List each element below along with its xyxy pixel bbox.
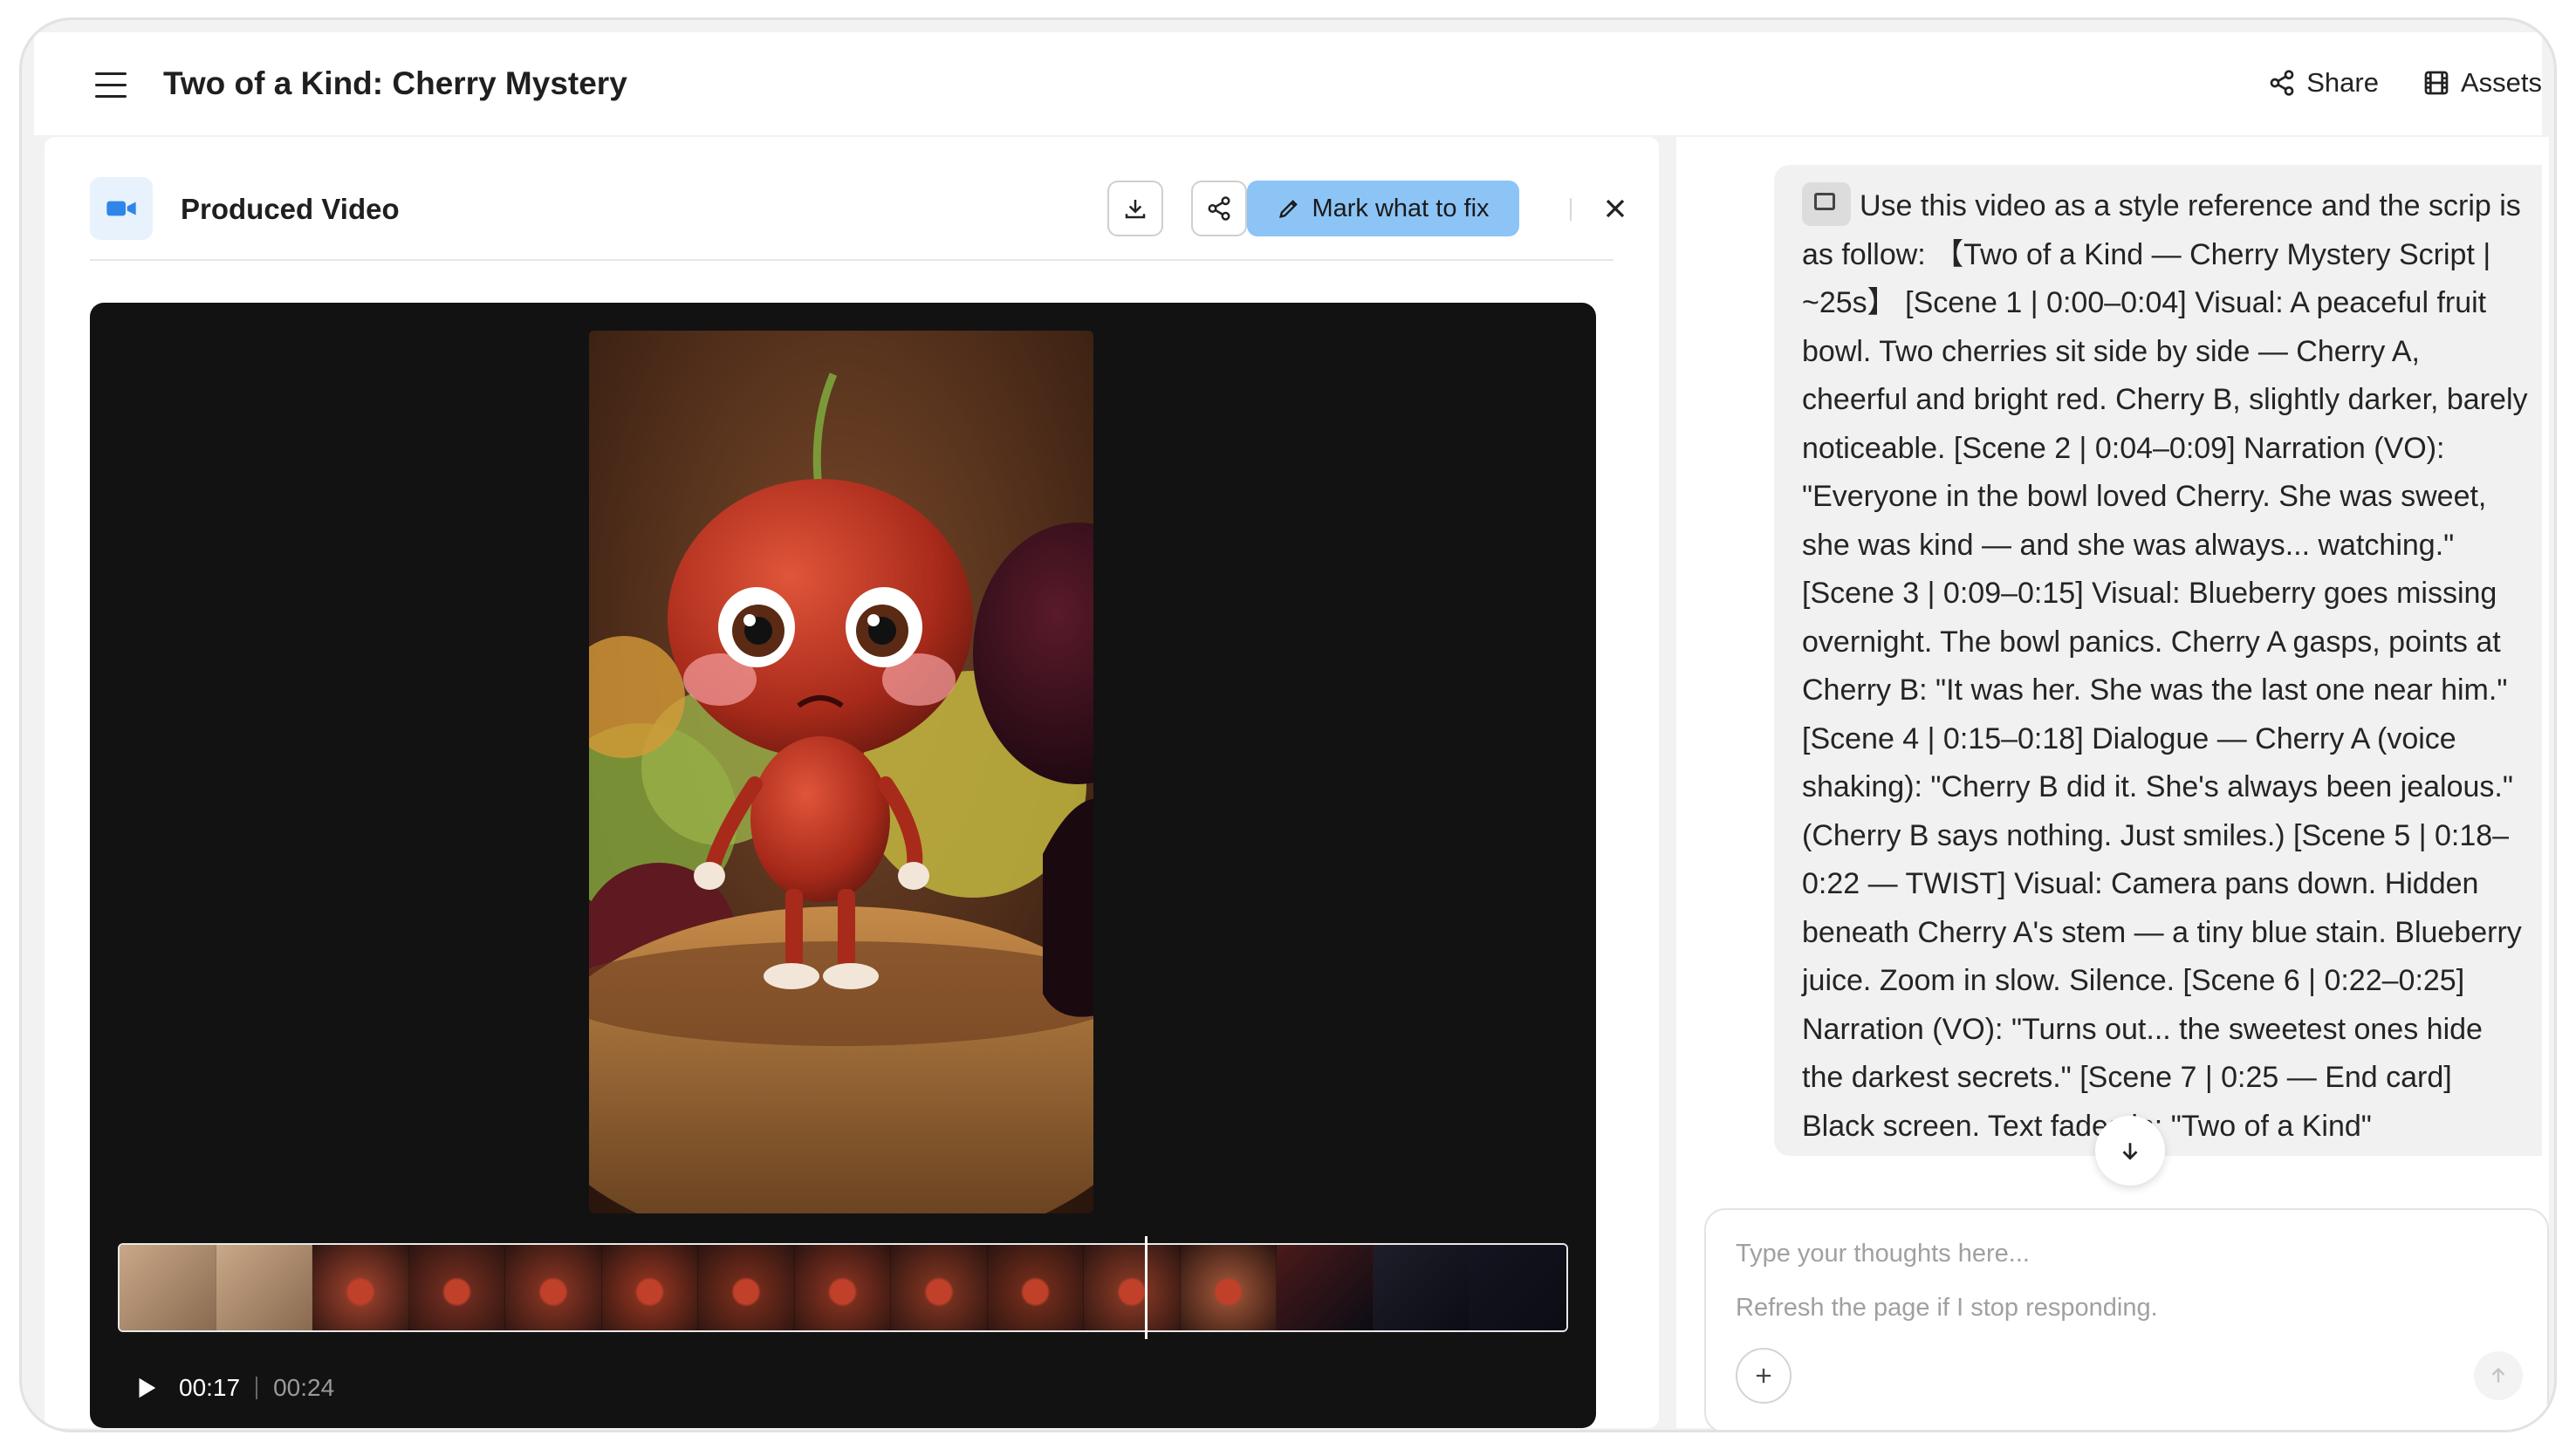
header-divider [1570,198,1572,221]
video-frame [589,331,1093,1213]
add-attachment-button[interactable] [1736,1348,1792,1404]
timeline-thumbnail [1180,1245,1278,1330]
timeline-thumbnail [505,1245,602,1330]
user-message-bubble: Use this video as a style reference and … [1774,165,2542,1156]
share-button[interactable]: Share [2268,67,2379,99]
timeline-scrubber[interactable] [118,1243,1568,1332]
current-time: 00:17 [179,1374,241,1401]
composer-hint: Refresh the page if I stop responding. [1736,1294,2158,1322]
menu-icon[interactable] [95,72,127,99]
share-label: Share [2306,67,2379,98]
user-message: Use this video as a style reference and … [1802,182,2528,1151]
assets-label: Assets [2460,67,2542,98]
close-icon[interactable] [1600,193,1631,224]
assets-button[interactable]: Assets [2422,67,2542,99]
timeline-playhead[interactable] [1145,1236,1148,1339]
video-panel-header: Produced Video Mark what to fix [90,163,1625,261]
timeline-thumbnail [601,1245,699,1330]
video-panel: Produced Video Mark what to fix 00:17 00… [45,137,1659,1428]
timeline-thumbnail [987,1245,1085,1330]
message-composer: Refresh the page if I stop responding. [1704,1208,2549,1430]
play-icon[interactable] [128,1370,163,1405]
arrow-up-icon [2491,1367,2505,1383]
share-icon [1208,196,1230,221]
top-actions: Share Assets [2268,67,2542,99]
share-icon [2270,70,2294,96]
top-bar: Two of a Kind: Cherry Mystery Share Asse… [34,32,2542,135]
timeline-thumbnail [1277,1245,1374,1330]
timeline-thumbnail [1470,1245,1566,1330]
timeline-thumbnail [1084,1245,1181,1330]
timeline-thumbnail [1373,1245,1470,1330]
player-controls: 00:17 00:24 [128,1370,334,1405]
scroll-down-button[interactable] [2095,1116,2165,1186]
pencil-icon [1279,200,1298,218]
film-icon [2424,71,2449,95]
app-window: Two of a Kind: Cherry Mystery Share Asse… [19,17,2557,1432]
user-message-text: Use this video as a style reference and … [1802,189,2528,1143]
timeline-thumbnail [891,1245,988,1330]
timeline-thumbnail [794,1245,892,1330]
message-input[interactable] [1736,1240,2504,1268]
share-video-button[interactable] [1191,181,1247,236]
timeline-thumbnail [698,1245,795,1330]
total-time: 00:24 [273,1374,335,1401]
video-camera-icon [90,177,153,240]
video-panel-title: Produced Video [181,193,400,225]
chat-panel: Use this video as a style reference and … [1676,137,2549,1430]
timeline-thumbnail [216,1245,313,1330]
page-title: Two of a Kind: Cherry Mystery [163,65,627,101]
time-divider [256,1377,258,1399]
mark-what-to-fix-label: Mark what to fix [1312,194,1490,222]
arrow-down-icon [2122,1143,2138,1160]
download-button[interactable] [1107,181,1163,236]
send-button[interactable] [2474,1351,2523,1400]
timeline-thumbnail [120,1245,216,1330]
download-icon [1125,200,1146,219]
video-attachment-icon[interactable] [1802,182,1851,226]
mark-what-to-fix-button[interactable]: Mark what to fix [1247,181,1519,236]
video-player[interactable]: 00:17 00:24 [90,303,1596,1428]
timeline-thumbnail [408,1245,506,1330]
timeline-thumbnail [312,1245,409,1330]
plus-icon [1756,1368,1771,1384]
